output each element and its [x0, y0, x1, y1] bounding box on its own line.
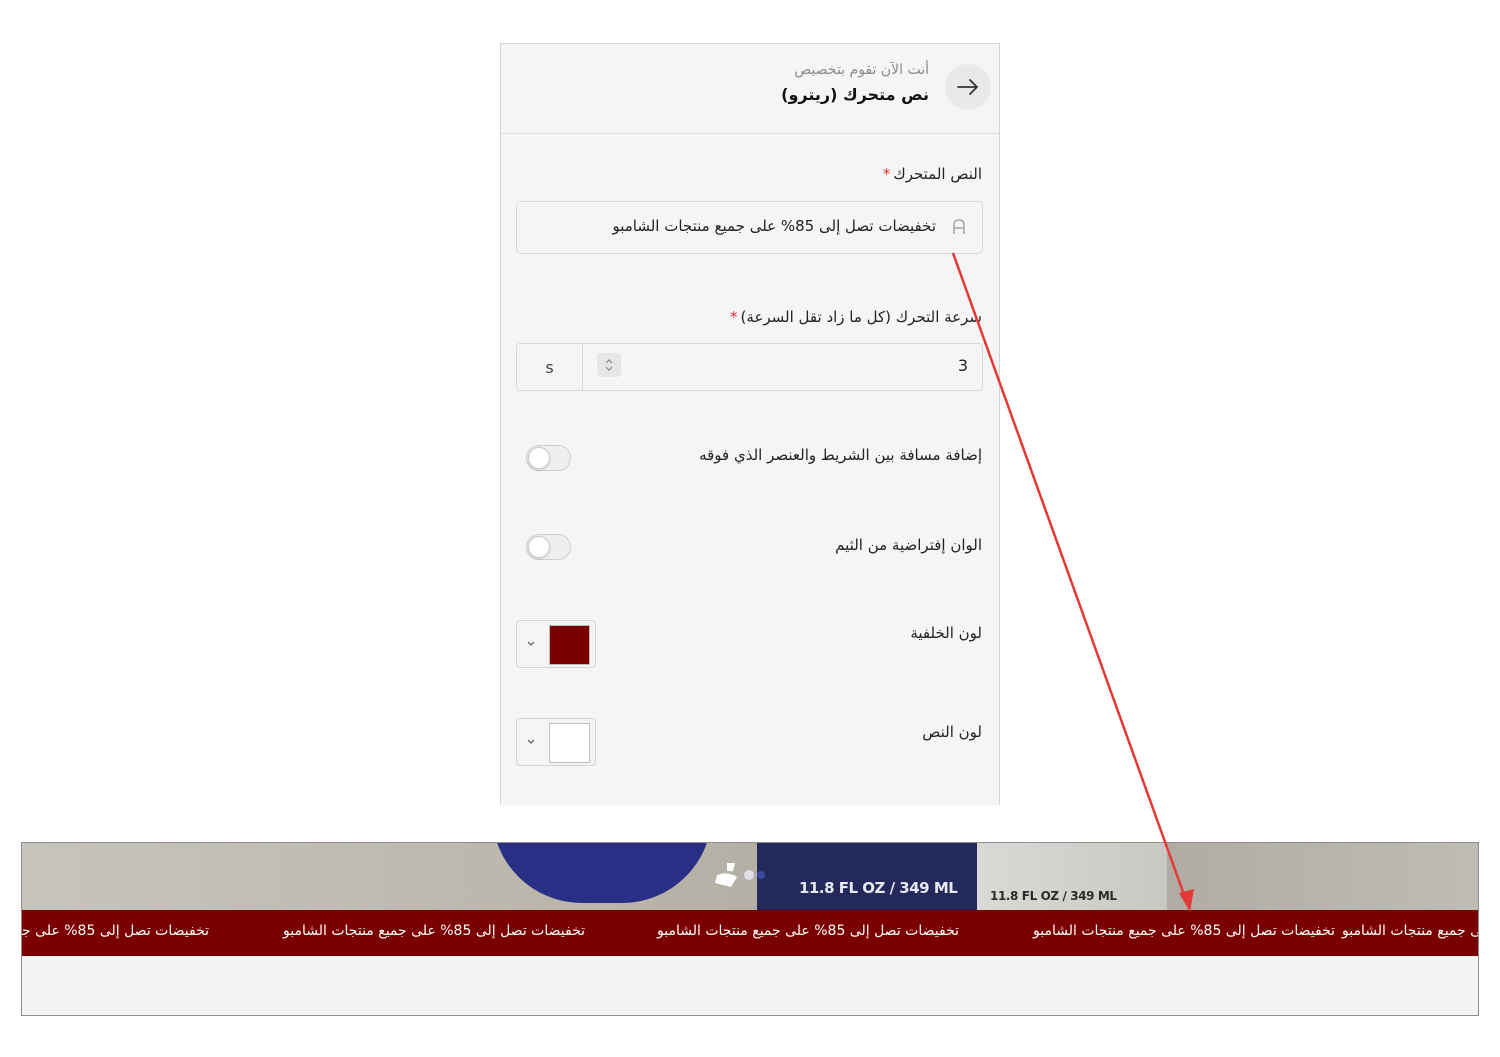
speed-label-text: سرعة التحرك (كل ما زاد تقل السرعة): [740, 308, 982, 326]
panel-header: أنت الآن تقوم بتخصيص نص متحرك (ريترو): [501, 44, 999, 134]
customization-panel: أنت الآن تقوم بتخصيص نص متحرك (ريترو) ال…: [500, 43, 1000, 805]
product-bottle-blue: [492, 843, 712, 903]
spacing-toggle[interactable]: [526, 445, 571, 471]
speed-label: سرعة التحرك (كل ما زاد تقل السرعة)*: [730, 308, 982, 326]
bottle-label-primary: 11.8 FL OZ / 349 ML: [799, 879, 958, 897]
speed-input[interactable]: 3 s: [516, 343, 983, 391]
chevron-down-icon: [527, 641, 535, 646]
marquee-text-label: النص المتحرك*: [883, 165, 982, 183]
text-color-label: لون النص: [922, 723, 982, 741]
marquee-item: تخفيضات تصل إلى 85% على جميع منتجات الشا…: [1342, 923, 1478, 939]
required-mark: *: [882, 165, 891, 183]
arrow-right-icon: [957, 79, 978, 95]
background-color-swatch: [549, 625, 590, 665]
marquee-item: تخفيضات تصل إلى 85% على جميع منتجات الشا…: [657, 923, 959, 939]
text-field-icon: [953, 219, 965, 234]
theme-colors-toggle-label: الوان إفتراضية من الثيم: [835, 536, 982, 554]
required-mark: *: [730, 308, 738, 326]
back-button[interactable]: [945, 64, 991, 110]
brand-logo-icon: [715, 863, 765, 887]
header-text: أنت الآن تقوم بتخصيص نص متحرك (ريترو): [781, 60, 929, 108]
chevron-down-icon: [527, 739, 535, 744]
product-image-strip: 11.8 FL OZ / 349 ML 11.8 FL OZ / 349 ML: [22, 843, 1478, 910]
header-subtitle: أنت الآن تقوم بتخصيص: [794, 62, 929, 78]
spacing-toggle-label: إضافة مسافة بين الشريط والعنصر الذي فوقه: [699, 446, 982, 464]
toggle-knob: [528, 447, 550, 469]
product-bottle-navy: [757, 843, 977, 910]
bottle-label-secondary: 11.8 FL OZ / 349 ML: [990, 889, 1117, 903]
text-color-swatch: [549, 723, 590, 763]
marquee-item: تخفيضات تصل إلى 85% على جميع منتجات الشا…: [22, 923, 209, 939]
stepper-arrows-icon: [605, 359, 613, 371]
background-color-picker[interactable]: [516, 620, 596, 668]
speed-unit: s: [517, 344, 583, 390]
marquee-bar: تخفيضات تصل إلى 85% على جميع منتجات الشا…: [22, 910, 1478, 956]
marquee-item: تخفيضات تصل إلى 85% على جميع منتجات الشا…: [1033, 923, 1335, 939]
theme-colors-toggle[interactable]: [526, 534, 571, 560]
speed-value: 3: [957, 356, 968, 375]
background-color-label: لون الخلفية: [910, 624, 982, 642]
toggle-knob: [528, 536, 550, 558]
marquee-item: تخفيضات تصل إلى 85% على جميع منتجات الشا…: [283, 923, 585, 939]
text-color-picker[interactable]: [516, 718, 596, 766]
marquee-text-label-text: النص المتحرك: [893, 165, 982, 183]
marquee-text-value: تخفيضات تصل إلى 85% على جميع منتجات الشا…: [612, 217, 936, 235]
header-title: نص متحرك (ريترو): [781, 85, 929, 104]
storefront-preview: 11.8 FL OZ / 349 ML 11.8 FL OZ / 349 ML …: [21, 842, 1479, 1016]
speed-stepper[interactable]: [597, 353, 621, 377]
marquee-text-input[interactable]: تخفيضات تصل إلى 85% على جميع منتجات الشا…: [516, 201, 983, 254]
